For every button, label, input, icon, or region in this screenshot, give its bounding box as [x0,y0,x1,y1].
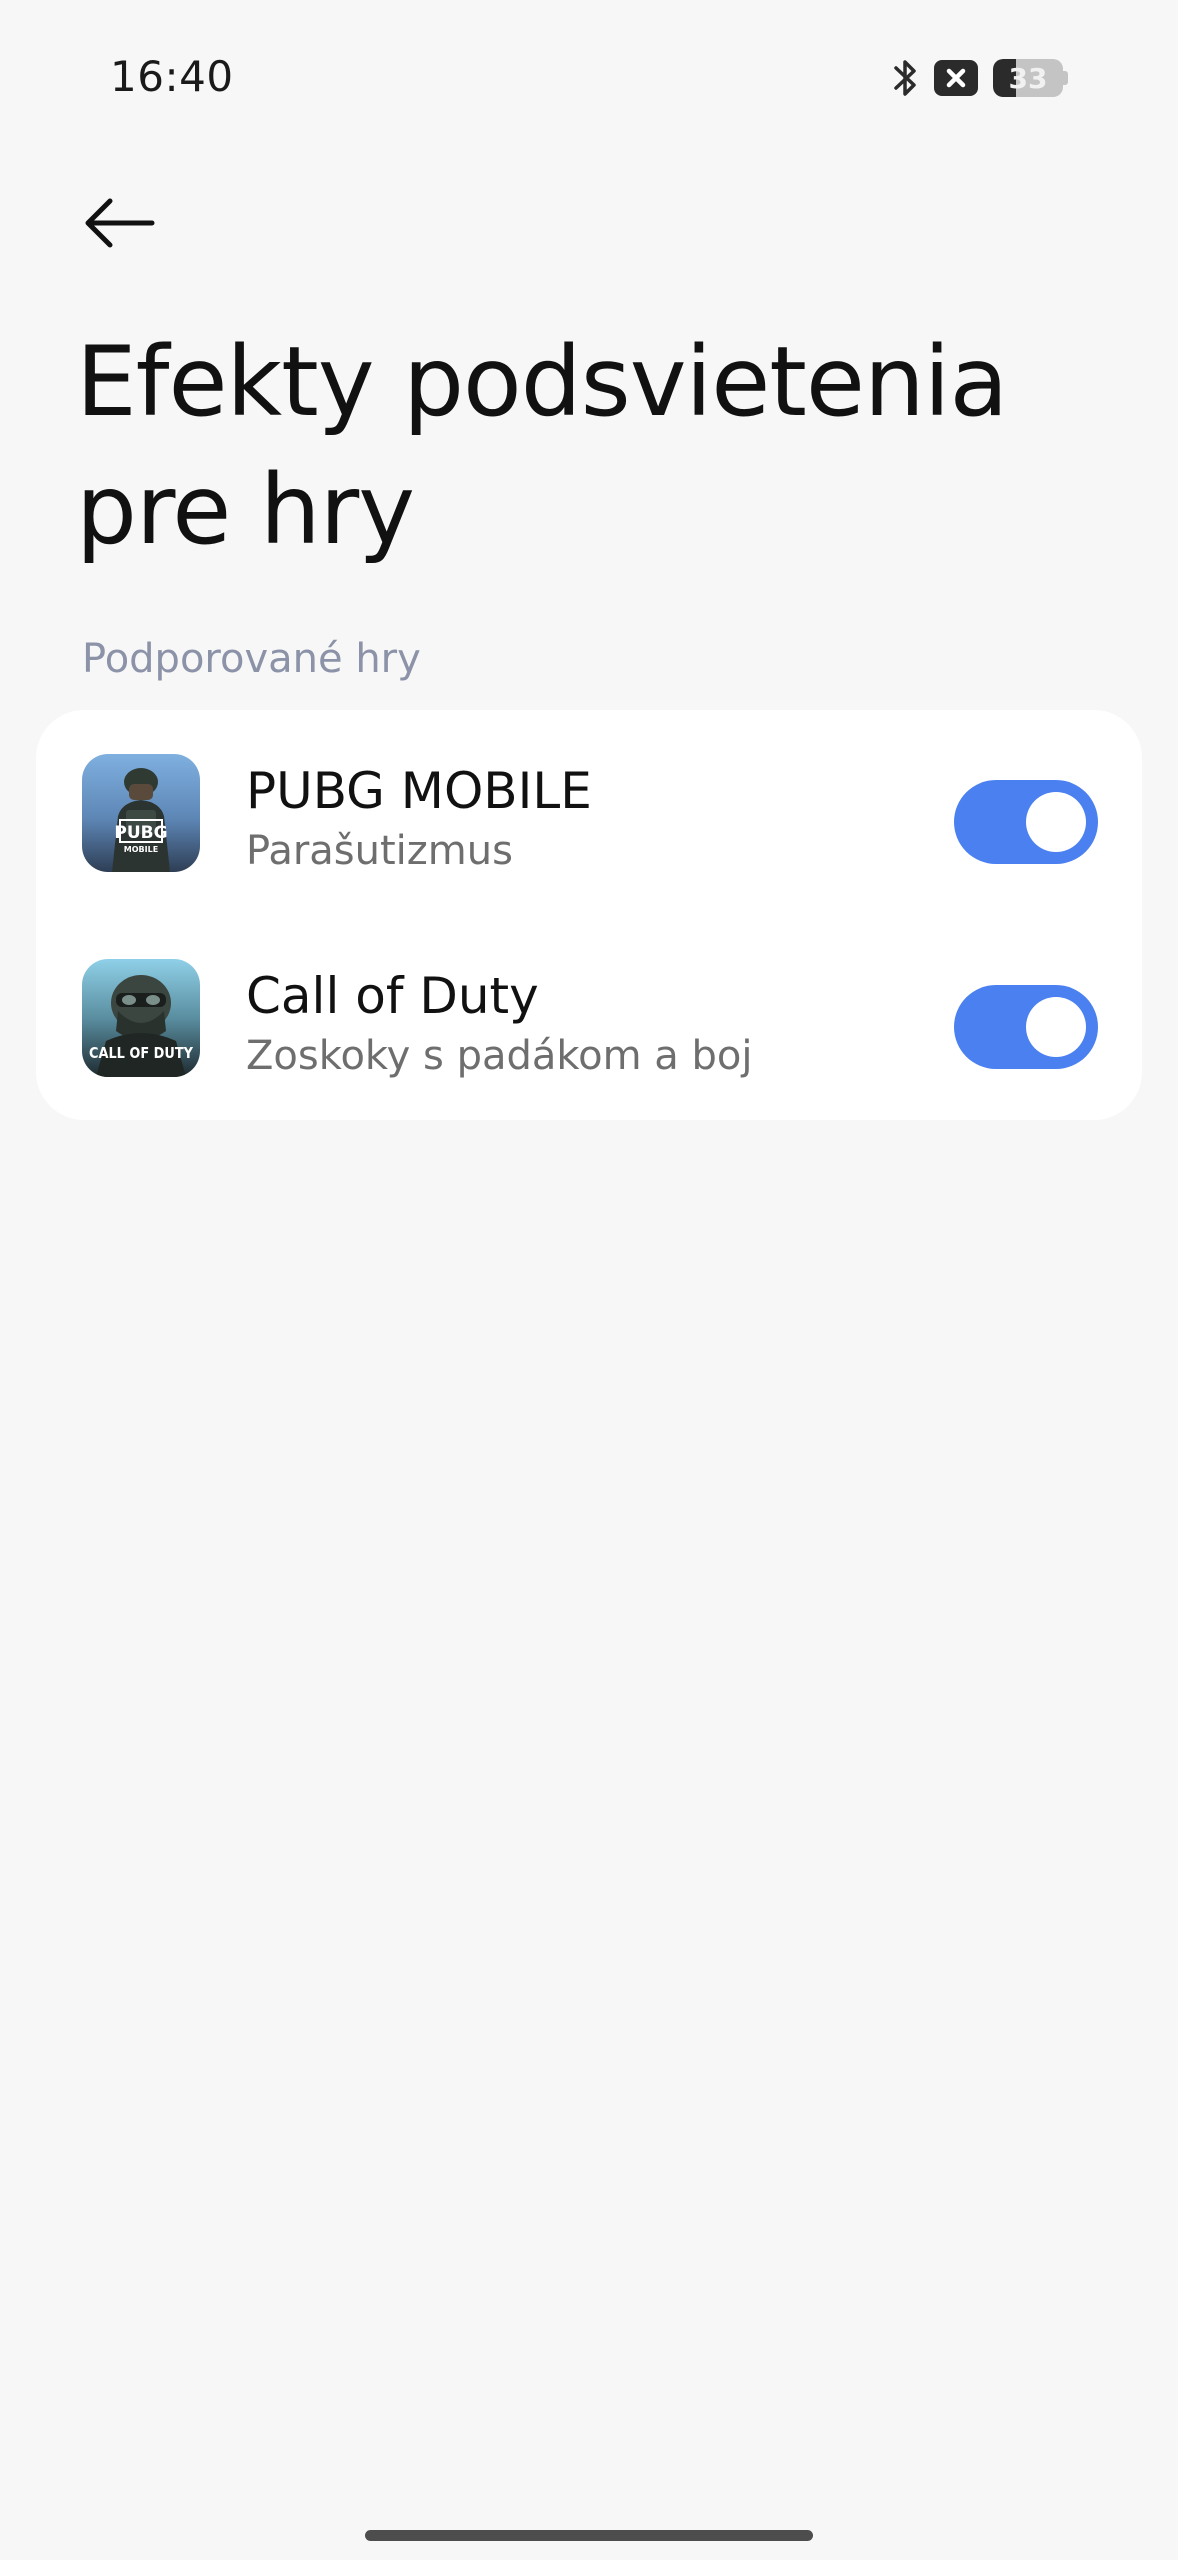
toggle-knob [1026,997,1086,1057]
bluetooth-icon [893,57,919,99]
call-of-duty-toggle[interactable] [954,985,1098,1069]
call-of-duty-icon: CALL OF DUTY [82,959,200,1077]
game-name: PUBG MOBILE [246,762,592,820]
pubg-logo-subtext: MOBILE [124,845,158,854]
game-name: Call of Duty [246,967,539,1025]
arrow-left-icon [82,197,156,254]
game-row-call-of-duty[interactable]: CALL OF DUTY Call of Duty Zoskoky s padá… [36,917,1142,1117]
page-title: Efekty podsvietenia pre hry [76,326,1008,566]
games-card: PUBG MOBILE PUBG MOBILE Parašutizmus CAL… [36,710,1142,1120]
sim-error-icon [933,59,979,97]
battery-icon: 33 [993,59,1063,97]
battery-level: 33 [1008,61,1048,95]
section-header: Podporované hry [82,636,421,682]
status-bar: 16:40 33 [0,0,1178,150]
battery-nub [1063,71,1068,85]
game-description: Parašutizmus [246,828,513,874]
status-time: 16:40 [110,52,234,101]
home-indicator[interactable] [365,2530,813,2541]
cod-logo-text: CALL OF DUTY [89,1044,194,1062]
game-row-pubg-mobile[interactable]: PUBG MOBILE PUBG MOBILE Parašutizmus [36,712,1142,912]
pubg-logo-text: PUBG [114,823,167,843]
pubg-mobile-toggle[interactable] [954,780,1098,864]
status-icons: 33 [893,56,1068,100]
game-description: Zoskoky s padákom a boj [246,1033,753,1079]
back-button[interactable] [64,180,174,270]
toggle-knob [1026,792,1086,852]
pubg-mobile-icon: PUBG MOBILE [82,754,200,872]
